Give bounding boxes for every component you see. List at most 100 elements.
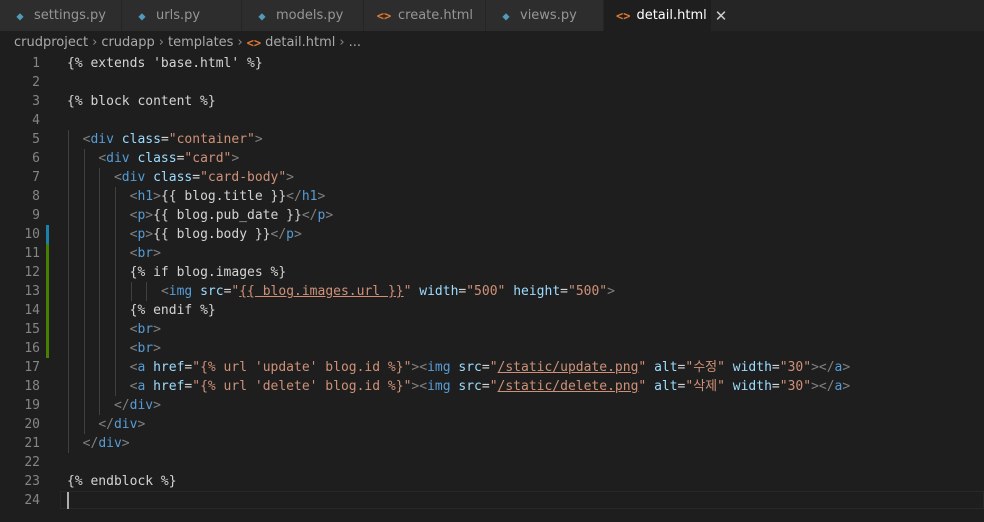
code-token: </ [818,379,835,394]
tab-urls-py[interactable]: ◆ urls.py [122,0,242,31]
code-token: "30" [779,360,812,375]
indent-guide [83,415,85,434]
line-number: 12 [24,265,40,280]
indent-guide [99,168,101,187]
indent-guide [114,187,116,206]
code-token: class [153,170,193,185]
tab-views-py[interactable]: ◆ views.py [486,0,604,31]
code-line: 9 <p>{{ blog.pub_date }}</p> [0,206,984,225]
code-text: {% extends 'base.html' %} [67,54,263,73]
breadcrumb-item[interactable]: crudapp [101,35,154,50]
indent-guide [99,396,101,415]
line-number: 9 [32,208,40,223]
code-text: <div class="container"> [83,130,263,149]
git-change-indicator [46,225,49,244]
code-token: < [98,151,107,166]
code-token: > [317,189,326,204]
breadcrumb-item[interactable]: ... [349,35,361,50]
html-file-icon: <> [616,8,631,23]
html-file-icon: <> [246,35,262,50]
tab-detail-html[interactable]: <> detail.html ✕ [604,0,727,31]
line-number: 3 [32,94,40,109]
indent-guide [68,282,69,301]
line-number: 7 [32,170,40,185]
breadcrumb-item[interactable]: crudproject [14,35,88,50]
code-token: br [137,341,154,356]
indent-guide [68,187,69,206]
indent-guide [83,358,85,377]
code-line: 4 [0,111,984,130]
code-token: " [489,360,498,375]
code-token: "500" [568,284,608,299]
code-token: = [192,170,201,185]
code-text: <p>{{ blog.body }}</p> [130,225,302,244]
indent-guide [68,263,69,282]
code-token: "{% url 'update' blog.id %}" [192,360,412,375]
indent-guide [99,187,101,206]
code-token: </ [270,227,287,242]
code-token: > [137,417,146,432]
code-token: div [113,417,138,432]
line-number: 4 [32,113,40,128]
code-token: > [842,379,851,394]
text-cursor [67,492,69,509]
code-token: > [294,227,302,242]
python-file-icon: ◆ [258,8,266,23]
indent-guide [68,434,69,453]
code-token: = [160,132,169,147]
line-number: 11 [24,246,40,261]
code-token: = [481,360,490,375]
indent-guide [68,206,69,225]
indent-guide [114,244,116,263]
indent-guide [68,415,69,434]
code-token: > [607,284,615,299]
git-change-indicator [46,244,49,263]
indent-guide [83,263,85,282]
breadcrumb-item[interactable]: templates [168,35,233,50]
code-token: {% endblock %} [67,474,177,489]
code-line: 16 <br> [0,339,984,358]
python-file-icon: ◆ [16,8,24,23]
code-token: </ [113,398,130,413]
current-line-highlight [60,491,984,509]
code-token: > [145,208,154,223]
code-token: </ [286,189,302,204]
indent-guide [99,282,101,301]
chevron-right-icon: › [339,35,345,50]
indent-guide [68,396,69,415]
indent-guide [114,206,116,225]
indent-guide [114,358,116,377]
indent-guide [83,301,85,320]
indent-guide [83,225,85,244]
line-number: 20 [24,417,40,432]
indent-guide [99,339,101,358]
line-number: 18 [24,379,40,394]
indent-guide [68,225,69,244]
indent-guide [83,339,85,358]
code-token: "500" [466,284,506,299]
breadcrumb-item[interactable]: detail.html [265,35,335,50]
tab-settings-py[interactable]: ◆ settings.py [0,0,122,31]
tab-label: settings.py [34,8,106,23]
indent-guide [68,130,69,149]
code-text: </div> [83,434,130,453]
code-line: 17 <a href="{% url 'update' blog.id %}"><… [0,358,984,377]
code-token: {% extends 'base.html' %} [67,56,263,71]
code-token: img [427,360,451,375]
code-editor[interactable]: 1 {% extends 'base.html' %} 2 3 {% block con… [0,54,984,522]
code-token: > [153,341,161,356]
code-token: width [419,284,459,299]
indent-guide [114,320,116,339]
indent-guide [68,149,69,168]
close-icon[interactable]: ✕ [715,7,728,25]
tab-models-py[interactable]: ◆ models.py [242,0,364,31]
line-number: 8 [32,189,40,204]
indent-guide [68,358,69,377]
indent-guide [68,244,69,263]
tab-create-html[interactable]: <> create.html [364,0,486,31]
python-file-icon: ◆ [138,8,146,23]
